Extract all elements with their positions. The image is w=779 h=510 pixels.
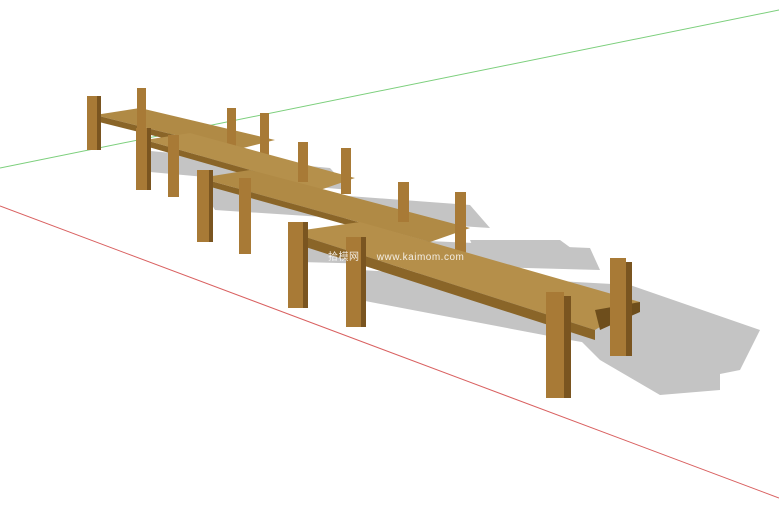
green-axis	[0, 9, 779, 169]
watermark-url: www.kaimom.com	[376, 252, 465, 263]
watermark-site-name: 拾模网	[328, 252, 360, 263]
sketchup-viewport[interactable]: 拾模网 www.kaimom.com	[0, 0, 779, 510]
watermark: 拾模网 www.kaimom.com	[328, 248, 478, 263]
